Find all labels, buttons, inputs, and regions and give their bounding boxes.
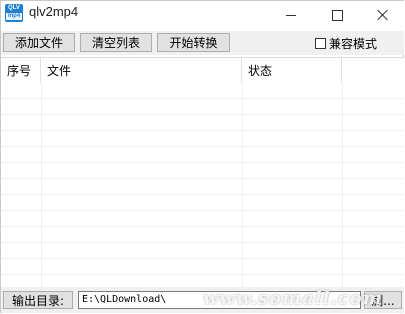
- clear-list-button[interactable]: 清空列表: [80, 33, 152, 52]
- table-header: 序号 文件 状态: [1, 58, 404, 83]
- table-row: [1, 275, 404, 287]
- toolbar: 添加文件 清空列表 开始转换 兼容模式: [1, 31, 404, 55]
- output-path-field[interactable]: E:\QLDownload\: [78, 291, 361, 309]
- minimize-button[interactable]: [268, 1, 314, 29]
- minimize-icon: [286, 14, 296, 16]
- table-row: [1, 259, 404, 275]
- table-row: [1, 99, 404, 115]
- maximize-button[interactable]: [314, 1, 360, 29]
- table-row: [1, 163, 404, 179]
- table-row: [1, 195, 404, 211]
- table-row: [1, 83, 404, 99]
- table-row: [1, 147, 404, 163]
- table-body: [1, 83, 404, 287]
- output-dir-button[interactable]: 输出目录:: [3, 291, 73, 309]
- add-files-button[interactable]: 添加文件: [3, 33, 75, 52]
- table-row: [1, 227, 404, 243]
- table-row: [1, 211, 404, 227]
- compat-mode-checkbox[interactable]: [315, 38, 326, 49]
- column-header-status[interactable]: 状态: [242, 58, 342, 83]
- table-row: [1, 115, 404, 131]
- compat-mode-label: 兼容模式: [329, 37, 378, 51]
- compat-mode-toggle[interactable]: 兼容模式: [315, 35, 377, 52]
- close-button[interactable]: [360, 1, 405, 29]
- table-row: [1, 131, 404, 147]
- column-header-index[interactable]: 序号: [1, 58, 41, 83]
- title-bar[interactable]: QLV mp4 qlv2mp4: [1, 1, 404, 31]
- maximize-icon: [331, 9, 343, 21]
- table-row: [1, 243, 404, 259]
- start-convert-button[interactable]: 开始转换: [157, 33, 230, 52]
- app-window: QLV mp4 qlv2mp4 添加文件 清空列表 开始转换 兼容模式 序号 文…: [0, 0, 404, 313]
- browse-button[interactable]: 浏...: [364, 291, 402, 309]
- app-icon-bottom-text: mp4: [6, 13, 22, 20]
- column-header-file[interactable]: 文件: [41, 58, 242, 83]
- bottom-bar: 输出目录: E:\QLDownload\ 浏...: [1, 287, 404, 313]
- window-title: qlv2mp4: [29, 4, 79, 19]
- app-icon: QLV mp4: [5, 4, 23, 22]
- file-table[interactable]: 序号 文件 状态: [1, 57, 404, 287]
- table-row: [1, 179, 404, 195]
- app-icon-top-text: QLV: [8, 5, 20, 11]
- close-icon: [377, 9, 389, 21]
